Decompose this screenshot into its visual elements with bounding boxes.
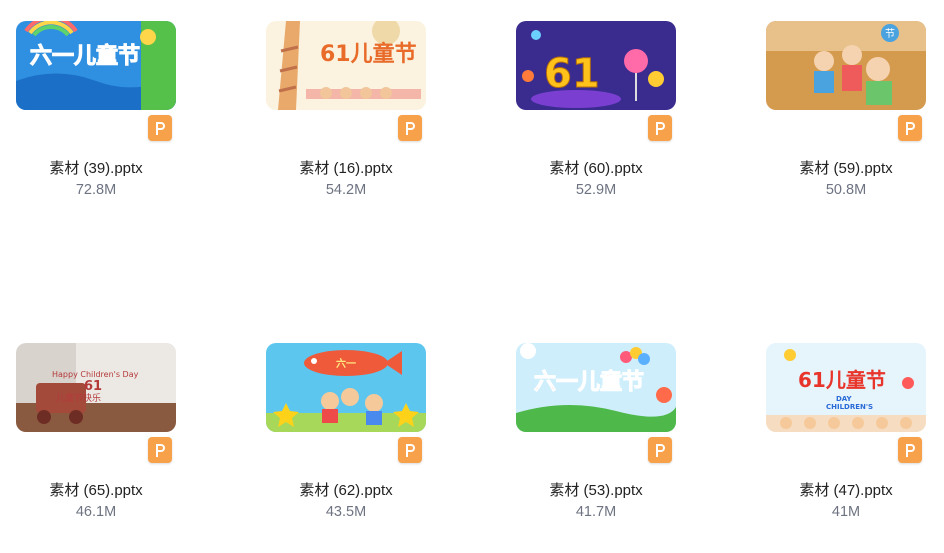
thumbnail-image: 六一儿童节 [16,21,176,110]
pptx-file-icon [148,437,172,463]
file-card[interactable]: 节 素材 (59).pptx 50.8M [750,21,930,231]
file-card[interactable]: Happy Children's Day 61 儿童节快乐 素材 (65).pp… [0,343,180,553]
file-grid: 六一儿童节 素材 (39).pptx 72.8M 61儿童节 素材 (16).p… [0,0,944,551]
file-name[interactable]: 素材 (16).pptx [250,157,442,178]
thumbnail-title: 61儿童节 [320,41,417,67]
file-name[interactable]: 素材 (62).pptx [250,479,442,500]
file-thumbnail[interactable]: 六一儿童节 [516,343,676,432]
thumbnail-line2: 61 [84,379,102,394]
thumbnail-image: 61儿童节 [266,21,426,110]
file-card[interactable]: 61儿童节 素材 (16).pptx 54.2M [250,21,430,231]
pptx-file-icon [148,115,172,141]
file-thumbnail[interactable]: 六一儿童节 [16,21,176,110]
file-thumbnail[interactable]: 61儿童节 DAY CHILDREN'S [766,343,926,432]
thumbnail-title: 六一儿童节 [30,43,140,69]
file-thumbnail[interactable]: 六一 [266,343,426,432]
thumbnail-line3: 儿童节快乐 [56,392,101,404]
thumbnail-sub1: DAY [836,395,853,403]
thumbnail-title: 61儿童节 [798,368,886,392]
thumbnail-image: 六一 [266,343,426,432]
file-size: 41.7M [575,504,617,520]
thumbnail-sub2: CHILDREN'S [826,403,873,411]
thumbnail-image: 六一儿童节 [516,343,676,432]
pptx-file-icon [398,115,422,141]
file-name[interactable]: 素材 (47).pptx [750,479,942,500]
thumbnail-image: Happy Children's Day 61 儿童节快乐 [16,343,176,432]
pptx-file-icon [648,437,672,463]
file-thumbnail[interactable]: 节 [766,21,926,110]
file-size: 41M [831,504,861,520]
file-size: 52.9M [575,182,617,198]
file-name[interactable]: 素材 (39).pptx [0,157,192,178]
file-name[interactable]: 素材 (59).pptx [750,157,942,178]
pptx-file-icon [898,437,922,463]
file-card[interactable]: 六一儿童节 素材 (53).pptx 41.7M [500,343,680,553]
pptx-file-icon [898,115,922,141]
file-size: 54.2M [325,182,367,198]
file-card[interactable]: 61儿童节 DAY CHILDREN'S 素材 (47).pptx 41M [750,343,930,553]
file-size: 46.1M [75,504,117,520]
thumbnail-title: 61 [544,51,600,97]
file-card[interactable]: 61 素材 (60).pptx 52.9M [500,21,680,231]
thumbnail-title: 六一 [336,357,356,370]
file-thumbnail[interactable]: 61 [516,21,676,110]
file-size: 50.8M [825,182,867,198]
file-thumbnail[interactable]: Happy Children's Day 61 儿童节快乐 [16,343,176,432]
file-card[interactable]: 六一 素材 (62).pptx 43.5M [250,343,430,553]
file-name[interactable]: 素材 (53).pptx [500,479,692,500]
pptx-file-icon [648,115,672,141]
file-card[interactable]: 六一儿童节 素材 (39).pptx 72.8M [0,21,180,231]
file-thumbnail[interactable]: 61儿童节 [266,21,426,110]
thumbnail-image: 节 [766,21,926,110]
thumbnail-badge-text: 节 [885,28,895,40]
thumbnail-title: 六一儿童节 [534,369,644,395]
file-size: 43.5M [325,504,367,520]
thumbnail-image: 61儿童节 DAY CHILDREN'S [766,343,926,432]
file-name[interactable]: 素材 (60).pptx [500,157,692,178]
pptx-file-icon [398,437,422,463]
thumbnail-image: 61 [516,21,676,110]
thumbnail-line1: Happy Children's Day [52,370,139,379]
file-name[interactable]: 素材 (65).pptx [0,479,192,500]
file-size: 72.8M [75,182,117,198]
